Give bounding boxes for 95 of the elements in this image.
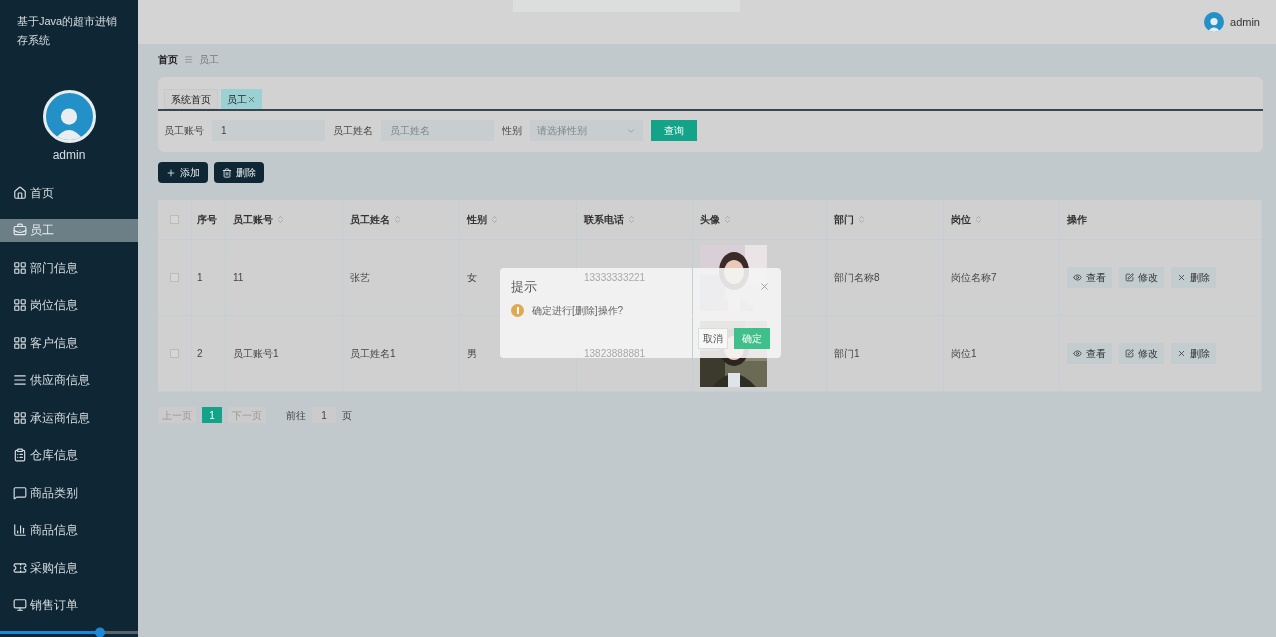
- list-icon: [13, 373, 27, 387]
- edit-icon: [1125, 349, 1134, 358]
- row-action-button[interactable]: 查看: [1067, 267, 1112, 288]
- checkbox[interactable]: [170, 215, 179, 224]
- chat-icon: [13, 485, 27, 500]
- checkbox[interactable]: [170, 273, 179, 282]
- table-cell-text: 张艺: [350, 271, 370, 285]
- house-icon: [13, 185, 27, 200]
- table-cell-text: 员工账号1: [233, 347, 279, 361]
- tab[interactable]: 系统首页: [164, 89, 218, 109]
- sort-icon[interactable]: [627, 215, 636, 224]
- sidebar-item[interactable]: 承运商信息: [0, 406, 138, 429]
- eye-icon: [1073, 349, 1082, 358]
- table-cell-text: 1: [197, 271, 203, 285]
- breadcrumb-current: 员工: [199, 52, 219, 67]
- grid-icon: [13, 410, 27, 425]
- sidebar-item[interactable]: 商品信息: [0, 518, 138, 542]
- sort-icon[interactable]: [490, 215, 499, 224]
- table-cell-text: 11: [233, 271, 244, 285]
- row-action-button[interactable]: 查看: [1067, 343, 1112, 364]
- sidebar-item[interactable]: 商品类别: [0, 481, 138, 504]
- field-label: 员工账号: [164, 124, 204, 138]
- page-input[interactable]: 1: [312, 407, 336, 423]
- field-label: 性别: [502, 124, 522, 138]
- eye-icon: [1073, 273, 1082, 282]
- sidebar-item[interactable]: 仓库信息: [0, 443, 138, 467]
- table-cell-text: 2: [197, 347, 203, 361]
- warning-icon: [511, 303, 524, 317]
- grid-icon: [13, 335, 27, 350]
- sidebar-item[interactable]: 岗位信息: [0, 293, 138, 317]
- cancel-button[interactable]: 取消: [698, 327, 728, 349]
- table-cell-text: 部门名称8: [834, 271, 880, 285]
- grid-icon: [13, 298, 27, 312]
- close-icon[interactable]: [247, 94, 256, 104]
- briefcase-icon: [13, 223, 27, 237]
- table-cell-text: 13333333221: [584, 271, 646, 285]
- user-name: admin: [1230, 14, 1260, 30]
- clipboard-icon: [13, 448, 27, 462]
- row-action-button[interactable]: 修改: [1119, 267, 1164, 288]
- field-label: 员工姓名: [333, 124, 373, 138]
- app-title: 基于Java的超市进销存系统: [16, 14, 119, 48]
- sidebar-item[interactable]: 首页: [0, 181, 138, 204]
- close-icon[interactable]: [759, 281, 770, 293]
- column-header[interactable]: 员工姓名: [350, 212, 390, 227]
- input-field[interactable]: 1: [212, 120, 325, 141]
- dialog-title: 提示: [511, 278, 537, 296]
- ticket-icon: [13, 560, 27, 575]
- user-name: admin: [52, 147, 86, 164]
- column-header[interactable]: 岗位: [951, 212, 971, 227]
- table-cell-text: 部门1: [834, 347, 860, 361]
- row-action-button[interactable]: 修改: [1119, 343, 1164, 364]
- monitor-icon: [13, 598, 27, 612]
- table-cell-text: 员工姓名1: [350, 347, 396, 361]
- checkbox[interactable]: [170, 349, 179, 358]
- table-cell-text: 岗位1: [951, 347, 977, 361]
- trash-icon: [222, 167, 232, 178]
- sort-icon[interactable]: [723, 215, 732, 224]
- dialog-message: 确定进行[删除]操作?: [532, 303, 624, 318]
- sidebar-item[interactable]: 供应商信息: [0, 368, 138, 392]
- column-header[interactable]: 性别: [467, 212, 487, 227]
- sort-icon[interactable]: [393, 215, 402, 224]
- plus-icon: [166, 167, 176, 178]
- column-header[interactable]: 头像: [700, 212, 720, 227]
- column-header[interactable]: 序号: [197, 212, 217, 227]
- table-cell-text: 男: [467, 347, 477, 361]
- sidebar-item[interactable]: 采购信息: [0, 556, 138, 579]
- sidebar-item[interactable]: 部门信息: [0, 256, 138, 279]
- sort-icon[interactable]: [974, 215, 983, 224]
- grid-icon: [13, 260, 27, 275]
- input-field[interactable]: 员工姓名: [381, 120, 494, 141]
- row-action-button[interactable]: 删除: [1171, 267, 1216, 288]
- sidebar-item[interactable]: 员工: [0, 218, 138, 242]
- action-button[interactable]: 删除: [214, 162, 264, 183]
- sort-icon[interactable]: [857, 215, 866, 224]
- tab[interactable]: 员工: [221, 89, 262, 109]
- sidebar-item[interactable]: 销售订单: [0, 593, 138, 617]
- page-suffix: 页: [342, 408, 352, 423]
- close-icon: [1177, 349, 1186, 358]
- row-action-button[interactable]: 删除: [1171, 343, 1216, 364]
- bar-chart-icon: [13, 523, 27, 537]
- sort-icon[interactable]: [276, 215, 285, 224]
- sidebar-item[interactable]: 客户信息: [0, 331, 138, 354]
- goto-label: 前往: [286, 408, 306, 423]
- column-header[interactable]: 员工账号: [233, 212, 273, 227]
- breadcrumb-link[interactable]: 首页: [158, 51, 178, 67]
- column-header[interactable]: 联系电话: [584, 212, 624, 227]
- column-header[interactable]: 操作: [1067, 212, 1087, 227]
- column-header[interactable]: 部门: [834, 212, 854, 227]
- close-icon: [1177, 273, 1186, 282]
- edit-icon: [1125, 273, 1134, 282]
- table-cell-text: 岗位名称7: [951, 271, 997, 285]
- action-button[interactable]: 添加: [158, 162, 208, 183]
- table-cell-text: 女: [467, 271, 477, 285]
- separator-icon: [184, 54, 193, 64]
- table-cell-text: 13823888881: [584, 347, 646, 361]
